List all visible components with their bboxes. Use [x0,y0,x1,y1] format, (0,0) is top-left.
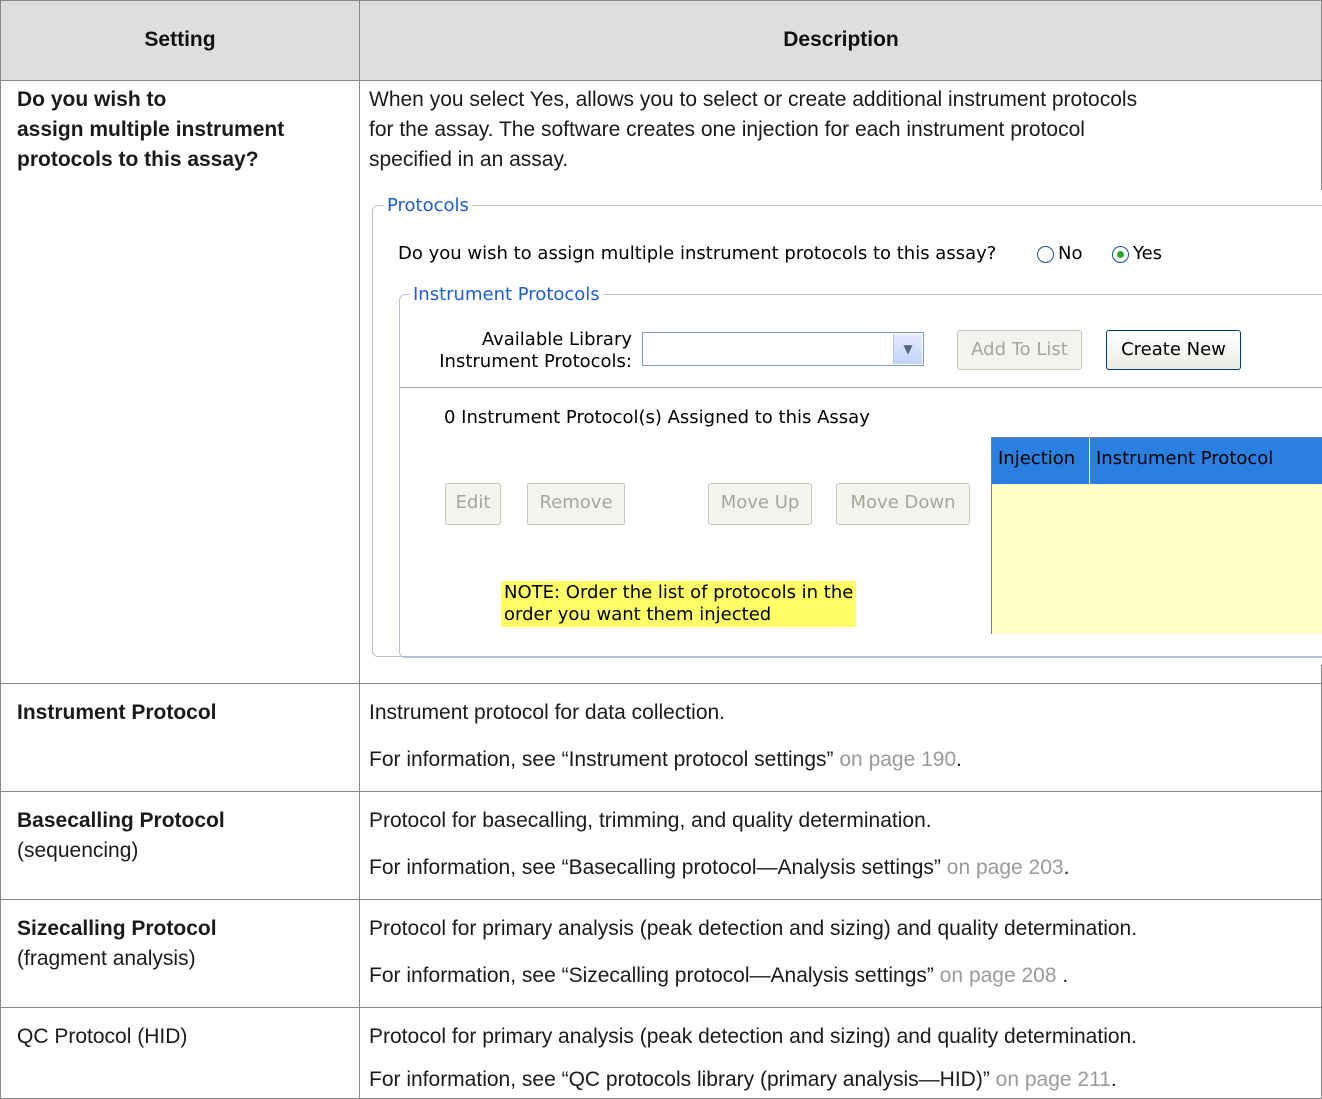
available-library-label: Available Library Instrument Protocols: [424,329,632,373]
row-divider [0,791,1322,792]
row-5-description: Protocol for primary analysis (peak dete… [369,1025,1138,1048]
info-text: For information, see “Sizecalling protoc… [369,964,934,987]
instrument-protocol-table[interactable]: Injection Instrument Protocol [991,437,1322,634]
edit-button[interactable]: Edit [445,483,501,525]
info-suffix: . [1056,964,1069,987]
row-4-setting: Sizecalling Protocol (fragment analysis) [17,914,217,974]
radio-selected-dot [1117,251,1124,258]
radio-no-label: No [1058,243,1083,264]
assigned-count: 0 Instrument Protocol(s) Assigned to thi… [444,407,870,428]
column-instrument-protocol[interactable]: Instrument Protocol [1090,438,1322,484]
info-text: For information, see “QC protocols libra… [369,1068,990,1091]
row-divider [0,80,1322,81]
row-2-setting: Instrument Protocol [17,701,217,724]
radio-yes-label: Yes [1133,243,1163,264]
setting-qualifier: (sequencing) [17,839,139,862]
page-link[interactable]: on page 190 [839,748,956,771]
column-injection[interactable]: Injection [992,438,1090,484]
radio-yes[interactable] [1112,246,1129,263]
create-new-button[interactable]: Create New [1106,330,1241,370]
row-5-info: For information, see “QC protocols libra… [369,1065,1117,1095]
instrument-protocols-legend: Instrument Protocols [410,284,603,306]
setting-name: Sizecalling Protocol [17,917,217,940]
protocols-screenshot: Protocols Do you wish to assign multiple… [370,190,1322,665]
description-line: for the assay. The software creates one … [369,118,1085,141]
row-2-description: Instrument protocol for data collection. [369,701,726,724]
table-header-row: Injection Instrument Protocol [992,438,1322,484]
separator [400,387,1322,391]
remove-button[interactable]: Remove [527,483,625,525]
info-suffix: . [1063,856,1070,879]
row-3-info: For information, see “Basecalling protoc… [369,853,1069,883]
order-note-line: NOTE: Order the list of protocols in the [504,582,854,603]
row-3-description: Protocol for basecalling, trimming, and … [369,809,932,832]
row-5-setting: QC Protocol (HID) [17,1025,188,1048]
setting-line: protocols to this assay? [17,148,259,171]
add-to-list-button[interactable]: Add To List [957,330,1082,370]
info-suffix: . [956,748,963,771]
radio-no[interactable] [1037,246,1054,263]
info-suffix: . [1110,1068,1117,1091]
description-line: specified in an assay. [369,148,569,171]
row-1-setting: Do you wish to assign multiple instrumen… [17,85,357,175]
setting-qualifier: (fragment analysis) [17,947,196,970]
order-note: NOTE: Order the list of protocols in the… [501,581,857,627]
available-protocols-select[interactable]: ▼ [642,332,924,366]
row-3-setting: Basecalling Protocol (sequencing) [17,806,225,866]
available-library-label-line: Available Library [481,329,632,350]
row-divider [0,1007,1322,1008]
info-text: For information, see “Basecalling protoc… [369,856,941,879]
setting-line: Do you wish to [17,88,167,111]
move-up-button[interactable]: Move Up [708,483,812,525]
setting-line: assign multiple instrument [17,118,285,141]
row-divider [0,683,1322,684]
description-line: When you select Yes, allows you to selec… [369,88,1138,111]
move-down-button[interactable]: Move Down [836,483,970,525]
row-4-description: Protocol for primary analysis (peak dete… [369,917,1138,940]
protocols-legend: Protocols [384,195,472,217]
row-divider [0,899,1322,900]
row-2-info: For information, see “Instrument protoco… [369,745,962,775]
available-library-label-line: Instrument Protocols: [439,351,632,372]
setting-name: Basecalling Protocol [17,809,225,832]
column-divider [359,0,360,1099]
info-text: For information, see “Instrument protoco… [369,748,834,771]
page-link[interactable]: on page 211 [996,1068,1111,1091]
order-note-line: order you want them injected [504,604,772,625]
row-4-info: For information, see “Sizecalling protoc… [369,961,1068,991]
page-link[interactable]: on page 203 [947,856,1064,879]
multiple-protocols-question: Do you wish to assign multiple instrumen… [398,243,997,264]
chevron-down-icon[interactable]: ▼ [893,334,922,364]
row-1-description: When you select Yes, allows you to selec… [369,85,1319,175]
page-link[interactable]: on page 208 [940,964,1057,987]
